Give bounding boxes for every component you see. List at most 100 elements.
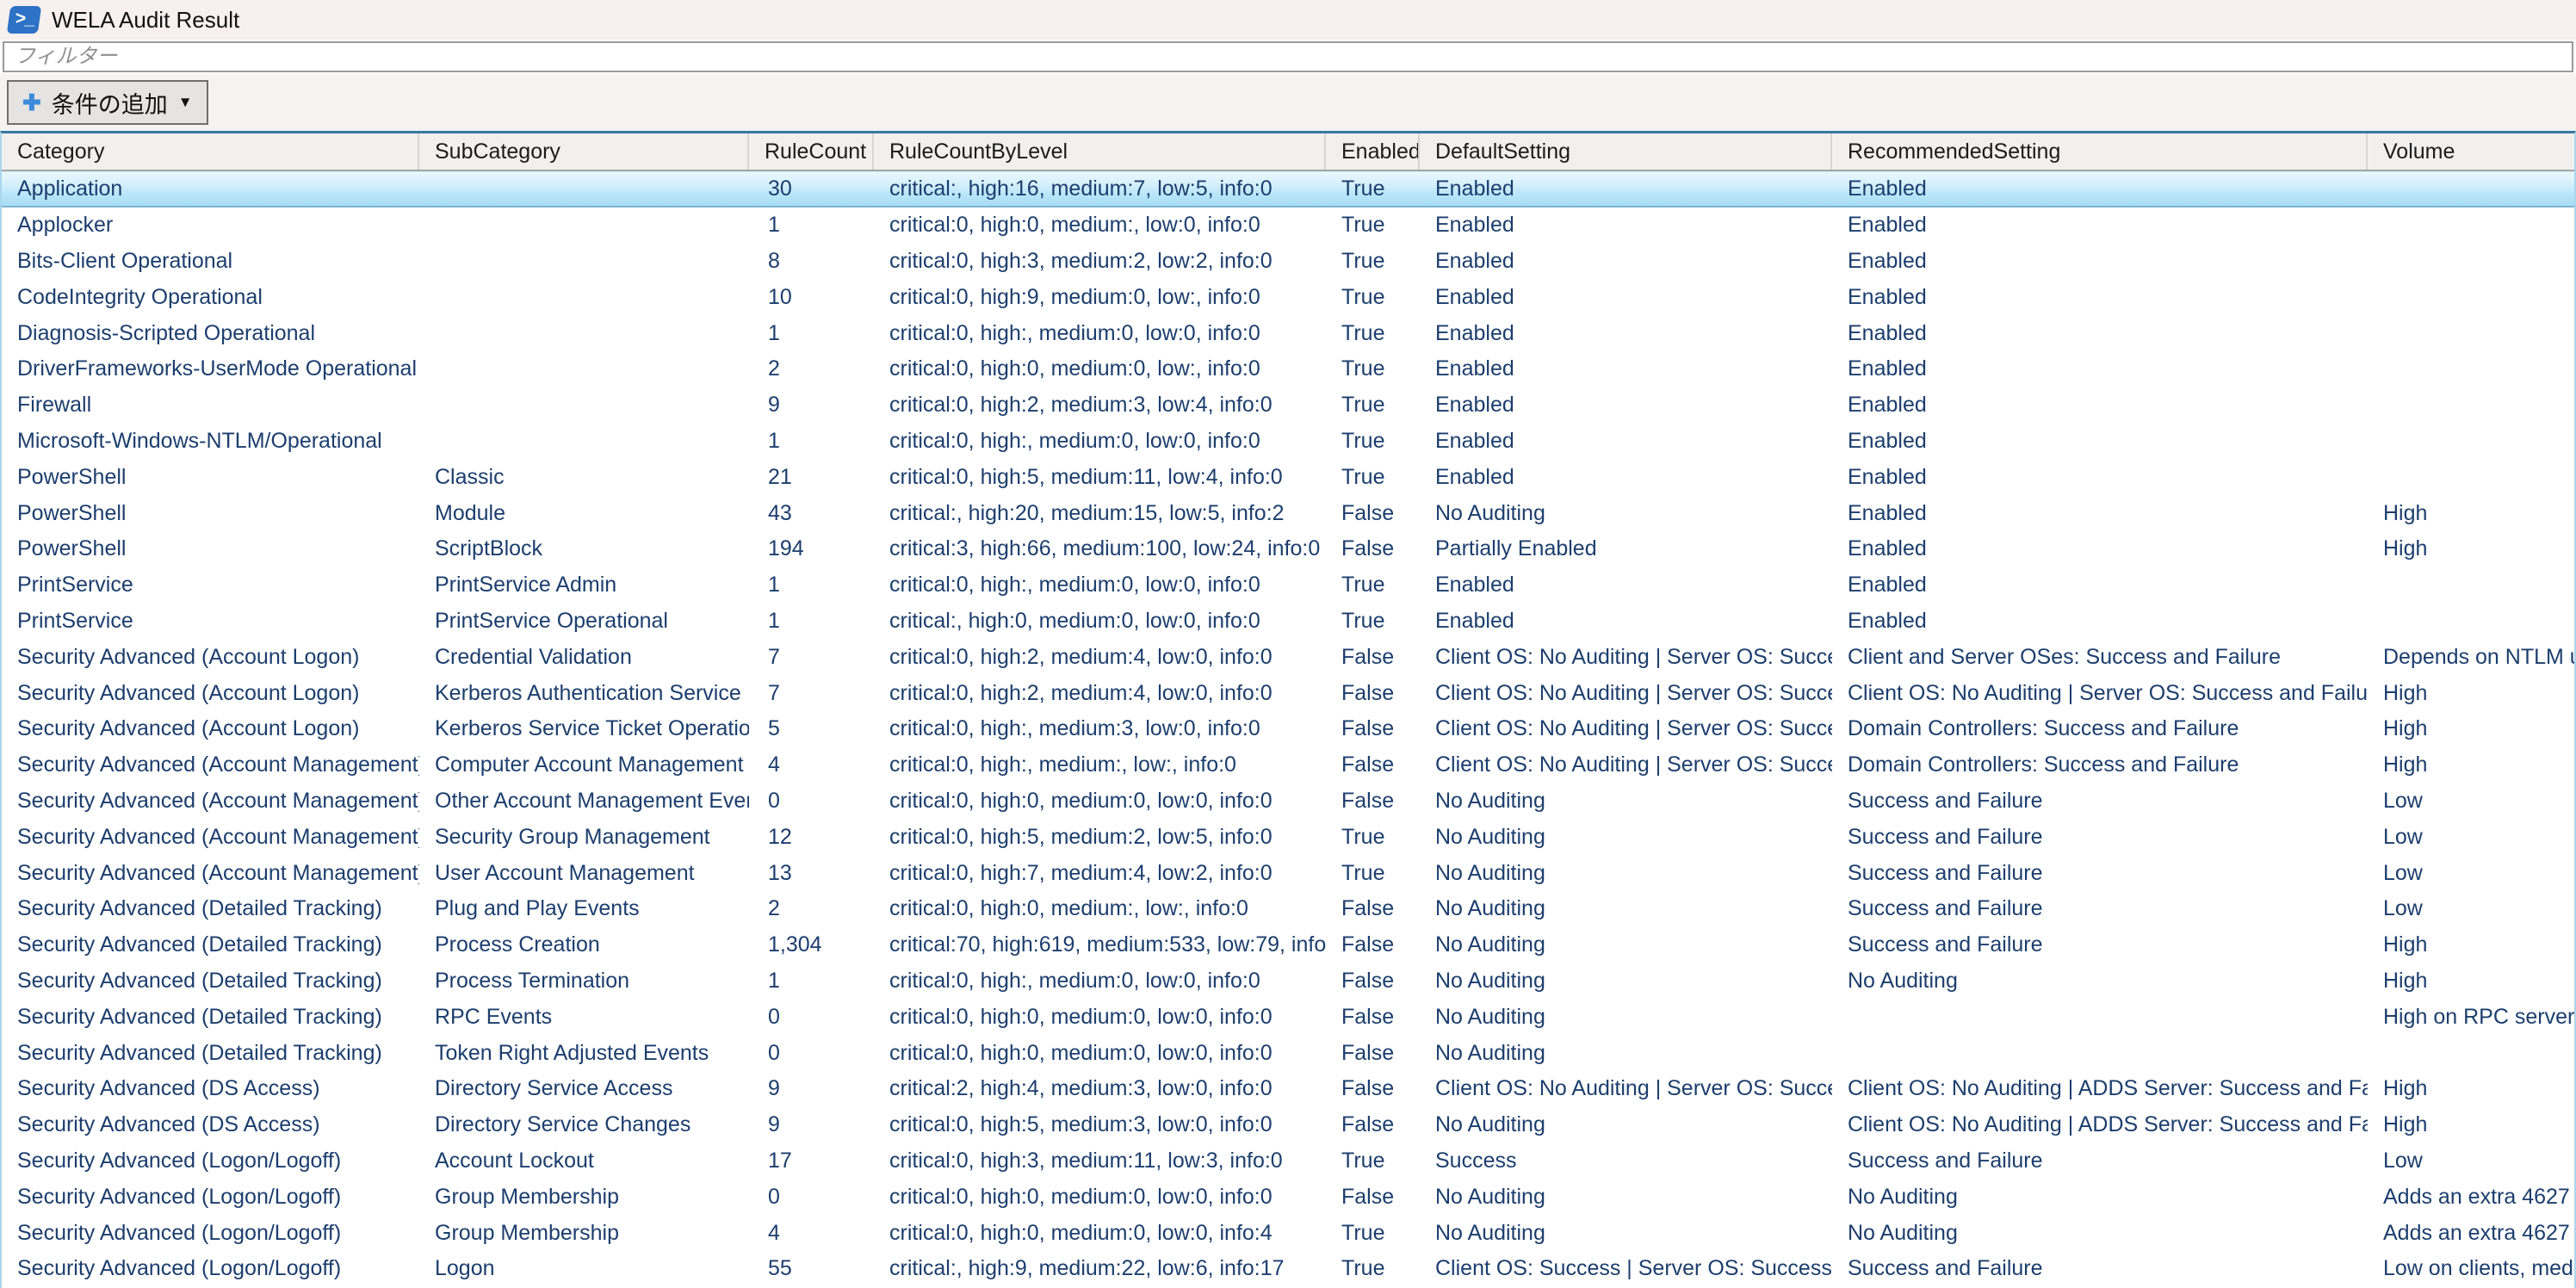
cell-enabled: True (1326, 1256, 1420, 1281)
column-header-rule_count_by_level[interactable]: RuleCountByLevel (874, 133, 1326, 170)
cell-subcategory: Kerberos Authentication Service (419, 681, 749, 706)
cell-recommended_setting: Success and Failure (1832, 896, 2368, 921)
table-row[interactable]: Security Advanced (Account Logon)Kerbero… (2, 711, 2574, 747)
cell-rule_count_by_level: critical:0, high:3, medium:11, low:3, in… (874, 1149, 1326, 1173)
table-row[interactable]: Security Advanced (DS Access)Directory S… (2, 1071, 2574, 1107)
cell-enabled: True (1326, 176, 1420, 201)
cell-default_setting: No Auditing (1420, 1112, 1832, 1137)
table-row[interactable]: Security Advanced (DS Access)Directory S… (2, 1107, 2574, 1143)
table-row[interactable]: Firewall9critical:0, high:2, medium:3, l… (2, 387, 2574, 424)
table-row[interactable]: Security Advanced (Account Management)Co… (2, 747, 2574, 783)
cell-category: Diagnosis-Scripted Operational (2, 321, 419, 346)
table-row[interactable]: Security Advanced (Detailed Tracking)Tok… (2, 1035, 2574, 1071)
cell-subcategory: User Account Management (419, 861, 749, 886)
cell-subcategory: Process Creation (419, 932, 749, 957)
table-row[interactable]: Security Advanced (Account Logon)Kerbero… (2, 675, 2574, 711)
filter-input[interactable] (3, 41, 2573, 72)
table-row[interactable]: Security Advanced (Logon/Logoff)Logon55c… (2, 1251, 2574, 1287)
cell-volume: High (2368, 1076, 2574, 1101)
table-row[interactable]: Security Advanced (Logon/Logoff)Group Me… (2, 1179, 2574, 1215)
cell-volume: High (2368, 752, 2574, 777)
column-header-recommended_setting[interactable]: RecommendedSetting (1832, 133, 2368, 170)
cell-volume: High (2368, 536, 2574, 561)
table-row[interactable]: Security Advanced (Logon/Logoff)Group Me… (2, 1215, 2574, 1251)
cell-category: Security Advanced (Detailed Tracking) (2, 969, 419, 994)
table-row[interactable]: Security Advanced (Logon/Logoff)Account … (2, 1143, 2574, 1180)
table-row[interactable]: Security Advanced (Account Management)Se… (2, 819, 2574, 855)
cell-recommended_setting: Enabled (1832, 176, 2368, 201)
cell-rule_count_by_level: critical:0, high:3, medium:2, low:2, inf… (874, 249, 1326, 274)
cell-category: Security Advanced (Account Management) (2, 752, 419, 777)
cell-enabled: False (1326, 752, 1420, 777)
cell-category: Security Advanced (Logon/Logoff) (2, 1221, 419, 1246)
cell-recommended_setting: Enabled (1832, 429, 2368, 454)
cell-volume: Low (2368, 789, 2574, 814)
cell-rule_count_by_level: critical:0, high:5, medium:2, low:5, inf… (874, 825, 1326, 850)
table-row[interactable]: Applocker1critical:0, high:0, medium:, l… (2, 207, 2574, 244)
column-header-default_setting[interactable]: DefaultSetting (1420, 133, 1832, 170)
cell-recommended_setting: Client and Server OSes: Success and Fail… (1832, 645, 2368, 670)
table-row[interactable]: Application30critical:, high:16, medium:… (2, 171, 2574, 207)
cell-category: Security Advanced (Detailed Tracking) (2, 1041, 419, 1066)
window-title: WELA Audit Result (52, 7, 239, 34)
cell-default_setting: Client OS: No Auditing | Server OS: Succ… (1420, 645, 1832, 670)
cell-default_setting: No Auditing (1420, 1041, 1832, 1066)
table-row[interactable]: CodeIntegrity Operational10critical:0, h… (2, 279, 2574, 315)
table-row[interactable]: Security Advanced (Account Management)Us… (2, 855, 2574, 891)
cell-recommended_setting: Domain Controllers: Success and Failure (1832, 752, 2368, 777)
column-header-rule_count[interactable]: RuleCount (749, 133, 874, 170)
cell-default_setting: Enabled (1420, 249, 1832, 274)
table-row[interactable]: PowerShellClassic21critical:0, high:5, m… (2, 459, 2574, 495)
table-row[interactable]: Microsoft-Windows-NTLM/Operational1criti… (2, 424, 2574, 460)
cell-default_setting: No Auditing (1420, 825, 1832, 850)
cell-rule_count: 30 (749, 176, 874, 201)
table-row[interactable]: Security Advanced (Detailed Tracking)Pro… (2, 963, 2574, 1000)
cell-default_setting: No Auditing (1420, 932, 1832, 957)
cell-default_setting: No Auditing (1420, 1185, 1832, 1210)
audit-results-table: CategorySubCategoryRuleCountRuleCountByL… (0, 131, 2576, 1288)
cell-rule_count_by_level: critical:0, high:, medium:0, low:0, info… (874, 573, 1326, 598)
table-row[interactable]: Security Advanced (Account Management)Ot… (2, 783, 2574, 820)
cell-recommended_setting: Enabled (1832, 609, 2368, 634)
add-condition-button[interactable]: ✚ 条件の追加 ▼ (7, 80, 208, 125)
table-row[interactable]: Diagnosis-Scripted Operational1critical:… (2, 315, 2574, 351)
column-header-volume[interactable]: Volume (2368, 133, 2574, 170)
cell-rule_count: 2 (749, 356, 874, 381)
cell-volume: High (2368, 681, 2574, 706)
table-row[interactable]: DriverFrameworks-UserMode Operational2cr… (2, 351, 2574, 387)
cell-category: Firewall (2, 393, 419, 418)
cell-rule_count: 21 (749, 465, 874, 490)
table-row[interactable]: Security Advanced (Detailed Tracking)RPC… (2, 999, 2574, 1035)
cell-rule_count: 7 (749, 681, 874, 706)
cell-rule_count_by_level: critical:, high:0, medium:0, low:0, info… (874, 609, 1326, 634)
cell-recommended_setting: Client OS: No Auditing | ADDS Server: Su… (1832, 1076, 2368, 1101)
cell-default_setting: Enabled (1420, 465, 1832, 490)
table-row[interactable]: Security Advanced (Detailed Tracking)Pro… (2, 927, 2574, 963)
cell-subcategory: Group Membership (419, 1221, 749, 1246)
cell-subcategory: Module (419, 501, 749, 526)
cell-recommended_setting: Enabled (1832, 536, 2368, 561)
cell-rule_count: 4 (749, 752, 874, 777)
cell-subcategory: Security Group Management (419, 825, 749, 850)
cell-rule_count_by_level: critical:0, high:, medium:0, low:0, info… (874, 969, 1326, 994)
cell-enabled: False (1326, 501, 1420, 526)
cell-default_setting: No Auditing (1420, 1005, 1832, 1030)
cell-category: Security Advanced (DS Access) (2, 1112, 419, 1137)
cell-rule_count: 4 (749, 1221, 874, 1246)
table-row[interactable]: Bits-Client Operational8critical:0, high… (2, 244, 2574, 280)
cell-recommended_setting: Enabled (1832, 321, 2368, 346)
table-row[interactable]: Security Advanced (Detailed Tracking)Plu… (2, 891, 2574, 927)
cell-subcategory: Computer Account Management (419, 752, 749, 777)
column-header-category[interactable]: Category (2, 133, 419, 170)
cell-volume: High (2368, 501, 2574, 526)
cell-recommended_setting: Success and Failure (1832, 825, 2368, 850)
table-row[interactable]: PrintServicePrintService Operational1cri… (2, 604, 2574, 640)
cell-rule_count: 8 (749, 249, 874, 274)
table-row[interactable]: PowerShellModule43critical:, high:20, me… (2, 495, 2574, 531)
table-row[interactable]: PrintServicePrintService Admin1critical:… (2, 567, 2574, 604)
table-row[interactable]: Security Advanced (Account Logon)Credent… (2, 639, 2574, 675)
table-row[interactable]: PowerShellScriptBlock194critical:3, high… (2, 531, 2574, 567)
cell-rule_count: 7 (749, 645, 874, 670)
column-header-subcategory[interactable]: SubCategory (419, 133, 749, 170)
column-header-enabled[interactable]: Enabled (1326, 133, 1420, 170)
